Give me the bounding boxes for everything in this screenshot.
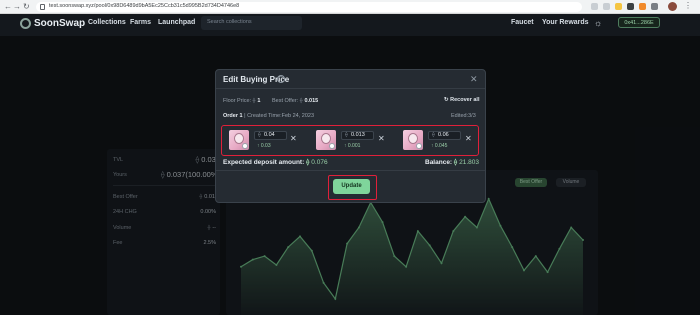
check-icon: [242, 143, 248, 149]
order-items-list: [221, 125, 479, 156]
remove-item-icon[interactable]: ✕: [378, 134, 385, 143]
edited-count: Edited:3/3: [451, 113, 476, 119]
nav-your-rewards[interactable]: Your Rewards: [542, 19, 589, 26]
address-bar[interactable]: test.soonswap.xyz/pool/0x98D6489d9bA5Ec2…: [36, 2, 582, 12]
url-text: test.soonswap.xyz/pool/0x98D6489d9bA5Ec2…: [49, 3, 240, 9]
reload-icon[interactable]: ↻: [23, 2, 30, 12]
deposit-amount-1: ↑ 0.03: [257, 143, 271, 149]
search-input[interactable]: Search collections: [201, 16, 302, 30]
brand-name[interactable]: SoonSwap: [34, 18, 85, 29]
deposit-amount-2: ↑ 0.001: [344, 143, 361, 149]
price-input-3[interactable]: ⟠ 0.06: [428, 131, 461, 140]
arrow-right-icon[interactable]: →: [13, 2, 21, 12]
browser-toolbar: ← → ↻ test.soonswap.xyz/pool/0x98D6489d9…: [0, 0, 700, 14]
nav-collections[interactable]: Collections: [88, 19, 126, 26]
sun-icon[interactable]: ☼: [594, 18, 602, 28]
modal-header-divider: [216, 88, 485, 89]
search-placeholder: Search collections: [207, 19, 252, 25]
modal-footer-divider: [216, 170, 485, 171]
floor-price: Floor Price: ⟠ 1: [223, 98, 261, 104]
check-icon: [416, 143, 422, 149]
translate-icon[interactable]: [591, 3, 598, 10]
close-icon[interactable]: ✕: [470, 74, 478, 85]
lock-icon: [40, 4, 45, 10]
wallet-button[interactable]: 0x41...286E: [618, 17, 660, 28]
nav-faucet[interactable]: Faucet: [511, 19, 534, 26]
recover-icon: ↻: [444, 97, 449, 103]
nav-launchpad[interactable]: Launchpad: [158, 19, 195, 26]
price-input-1[interactable]: ⟠ 0.04: [254, 131, 287, 140]
extension-icon[interactable]: [627, 3, 634, 10]
order-info: Order 1 | Created Time:Feb 24, 2023: [223, 113, 315, 119]
arrow-left-icon[interactable]: ←: [4, 2, 12, 12]
deposit-amount-3: ↑ 0.045: [431, 143, 448, 149]
expected-deposit: Expected deposit amount: ⟠ 0.076: [223, 159, 328, 166]
wallet-address: 0x41...286E: [624, 20, 654, 26]
remove-item-icon[interactable]: ✕: [290, 134, 297, 143]
nft-thumbnail: [229, 130, 249, 150]
recover-all-button[interactable]: ↻ Recover all: [444, 97, 480, 103]
eth-icon: ⟠: [432, 132, 435, 138]
soonswap-logo-icon[interactable]: [20, 18, 31, 29]
question-circle-icon[interactable]: ?: [277, 75, 285, 83]
nft-thumbnail: [403, 130, 423, 150]
price-input-2[interactable]: ⟠ 0.013: [341, 131, 374, 140]
bookmark-star-icon[interactable]: [615, 3, 622, 10]
puzzle-icon[interactable]: [651, 3, 658, 10]
profile-avatar[interactable]: [668, 2, 677, 11]
remove-item-icon[interactable]: ✕: [465, 134, 472, 143]
share-icon[interactable]: [603, 3, 610, 10]
eth-icon: ⟠: [258, 132, 261, 138]
nav-farms[interactable]: Farms: [130, 19, 151, 26]
balance: Balance: ⟠ 21.803: [425, 159, 480, 166]
update-button[interactable]: Update: [333, 179, 370, 194]
metamask-icon[interactable]: [639, 3, 646, 10]
nft-thumbnail: [316, 130, 336, 150]
best-offer: Best Offer: ⟠ 0.015: [272, 98, 319, 104]
check-icon: [329, 143, 335, 149]
eth-icon: ⟠: [345, 132, 348, 138]
more-menu-icon[interactable]: ⋮: [684, 1, 692, 10]
